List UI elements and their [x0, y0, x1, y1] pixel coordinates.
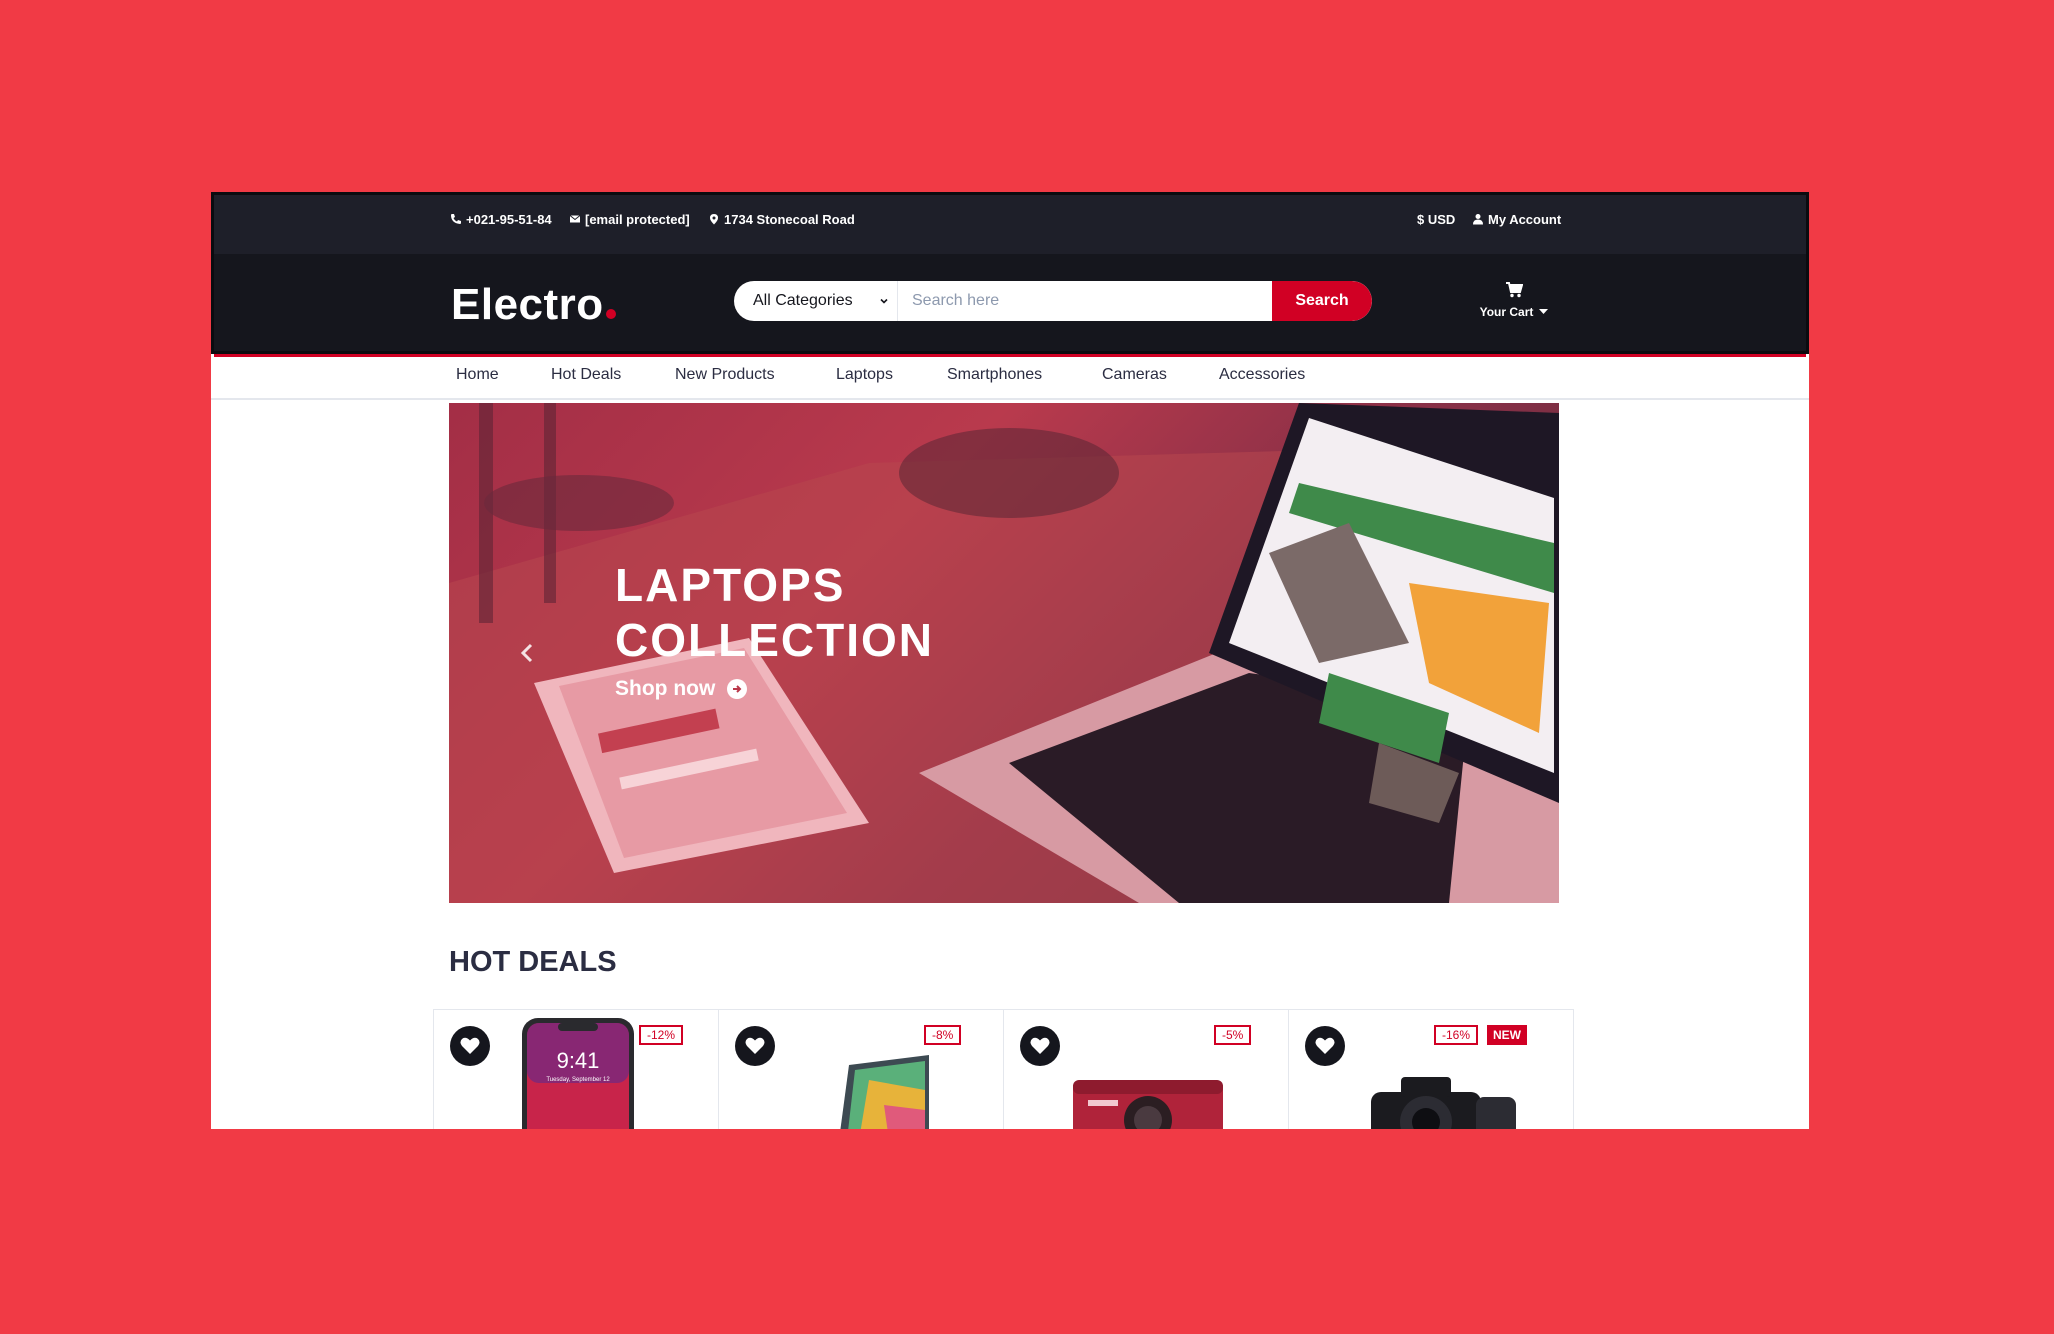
search-input[interactable]: [898, 281, 1272, 321]
product-card[interactable]: 9:41 Tuesday, September 12 -12%: [433, 1009, 719, 1129]
phone-screen-date: Tuesday, September 12: [546, 1077, 610, 1083]
email-text: [email protected]: [585, 211, 690, 227]
address-link[interactable]: 1734 Stonecoal Road: [708, 209, 855, 229]
envelope-icon: [569, 215, 581, 223]
discount-badge: -8%: [924, 1025, 962, 1045]
discount-badge: -16%: [1434, 1025, 1479, 1045]
dslr-camera-product-image: [1371, 1077, 1516, 1129]
nav-item-hot-deals[interactable]: Hot Deals: [551, 366, 621, 384]
browser-viewport: +021-95-51-84 [email protected] 1734 Sto…: [211, 192, 1809, 1129]
hero-banner: LAPTOPS COLLECTION Shop now: [449, 403, 1559, 903]
product-card[interactable]: -5%: [1003, 1009, 1289, 1129]
search-button[interactable]: Search: [1272, 281, 1372, 321]
caret-down-icon: [1539, 309, 1549, 314]
my-account-text: My Account: [1488, 211, 1562, 227]
address-text: 1734 Stonecoal Road: [724, 211, 855, 227]
shopping-cart-icon: [1506, 282, 1524, 298]
section-title-hot-deals: HOT DEALS: [449, 946, 617, 978]
nav-item-cameras[interactable]: Cameras: [1102, 366, 1167, 384]
top-bar: +021-95-51-84 [email protected] 1734 Sto…: [214, 195, 1806, 254]
arrow-circle-right-icon: [727, 679, 748, 699]
phone-text: +021-95-51-84: [466, 211, 552, 227]
product-card[interactable]: -16% NEW: [1288, 1009, 1574, 1129]
currency-text: $ USD: [1417, 211, 1456, 227]
product-card[interactable]: -8%: [718, 1009, 1004, 1129]
category-select[interactable]: All Categories: [734, 281, 898, 321]
nav-item-smartphones[interactable]: Smartphones: [947, 366, 1042, 384]
phone-screen-time: 9:41: [557, 1048, 600, 1073]
nav-item-laptops[interactable]: Laptops: [836, 366, 893, 384]
heart-icon: [460, 1037, 480, 1054]
heart-icon: [745, 1037, 765, 1054]
hero-title-line2: COLLECTION: [615, 614, 934, 666]
wishlist-button[interactable]: [1305, 1026, 1345, 1066]
category-select-value: All Categories: [753, 292, 853, 309]
shop-now-link[interactable]: Shop now: [615, 677, 748, 701]
wishlist-button[interactable]: [735, 1026, 775, 1066]
cart-label: Your Cart: [1479, 305, 1534, 319]
nav-item-home[interactable]: Home: [456, 366, 499, 384]
phone-link[interactable]: +021-95-51-84: [450, 209, 552, 229]
map-marker-icon: [710, 214, 718, 225]
phone-icon: [451, 214, 461, 224]
chevron-down-icon: [880, 298, 888, 304]
user-icon: [1473, 214, 1483, 225]
logo-dot: [605, 309, 616, 319]
nav-item-new-products[interactable]: New Products: [675, 366, 775, 384]
email-link[interactable]: [email protected]: [569, 209, 690, 229]
laptop-product-image: [840, 1055, 929, 1129]
search-form: All Categories Search: [734, 281, 1372, 321]
logo[interactable]: Electro: [451, 280, 616, 330]
heart-icon: [1030, 1037, 1050, 1054]
hero-title: LAPTOPS COLLECTION: [615, 558, 934, 668]
site-header: +021-95-51-84 [email protected] 1734 Sto…: [211, 192, 1809, 357]
discount-badge: -12%: [639, 1025, 684, 1045]
slider-prev-arrow-icon[interactable]: [519, 643, 535, 663]
logo-text: Electro: [451, 280, 604, 329]
wishlist-button[interactable]: [1020, 1026, 1060, 1066]
shop-now-label: Shop now: [615, 677, 716, 700]
cart-button[interactable]: Your Cart: [1472, 282, 1556, 319]
compact-camera-product-image: [1073, 1080, 1223, 1129]
smartphone-product-image: 9:41 Tuesday, September 12: [522, 1018, 634, 1129]
main-navigation: Home Hot Deals New Products Laptops Smar…: [211, 354, 1809, 400]
main-header-bar: Electro All Categories Search Your Cart: [214, 254, 1806, 354]
heart-icon: [1315, 1037, 1335, 1054]
discount-badge: -5%: [1214, 1025, 1252, 1045]
wishlist-button[interactable]: [450, 1026, 490, 1066]
new-badge: NEW: [1487, 1025, 1527, 1045]
currency-selector[interactable]: $ USD: [1417, 209, 1455, 229]
hero-title-line1: LAPTOPS: [615, 559, 846, 611]
nav-item-accessories[interactable]: Accessories: [1219, 366, 1305, 384]
my-account-link[interactable]: My Account: [1472, 209, 1561, 229]
